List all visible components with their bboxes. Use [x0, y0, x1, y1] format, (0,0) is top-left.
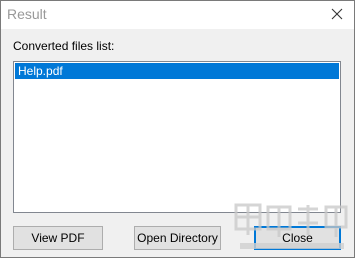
title-bar[interactable]: Result — [1, 1, 354, 29]
window-title: Result — [7, 6, 47, 22]
close-icon — [331, 8, 343, 23]
converted-files-list[interactable]: Help.pdf — [13, 61, 341, 213]
view-pdf-button[interactable]: View PDF — [13, 226, 103, 250]
open-directory-button[interactable]: Open Directory — [134, 226, 221, 250]
result-dialog: Result Converted files list: Help.pdf Vi… — [0, 0, 355, 258]
files-list-label: Converted files list: — [13, 39, 115, 53]
close-window-button[interactable] — [322, 2, 352, 28]
list-item[interactable]: Help.pdf — [15, 63, 339, 79]
site-logo-watermark — [232, 199, 352, 255]
